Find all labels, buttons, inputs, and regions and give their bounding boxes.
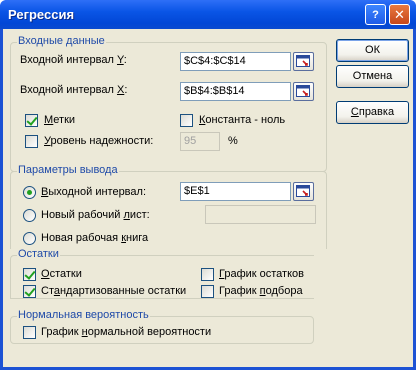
- input-x-label: Входной интервал X:: [20, 84, 128, 96]
- line-fit-plot-label: График подбора: [219, 285, 303, 297]
- collapse-dialog-icon: [296, 85, 310, 97]
- input-data-group: Входные данные Входной интервал Y: $C$4:…: [10, 35, 327, 172]
- normal-probability-label: График нормальной вероятности: [41, 326, 212, 338]
- confidence-level-field[interactable]: 95: [180, 132, 220, 151]
- output-options-group-title: Параметры вывода: [17, 164, 119, 176]
- output-range-label: Выходной интервал:: [41, 186, 146, 198]
- constant-zero-checkbox[interactable]: [180, 114, 193, 127]
- constant-zero-label: Константа - ноль: [199, 114, 286, 126]
- output-options-group: Параметры вывода Выходной интервал: $E$1…: [10, 164, 327, 249]
- standardized-residuals-label: Стандартизованные остатки: [41, 285, 187, 297]
- new-workbook-radio[interactable]: [23, 232, 36, 245]
- collapse-dialog-icon: [296, 55, 310, 67]
- residuals-label: Остатки: [41, 268, 82, 280]
- output-range-field[interactable]: $E$1: [180, 182, 291, 201]
- input-data-group-title: Входные данные: [17, 35, 106, 47]
- dialog-client-area: Входные данные Входной интервал Y: $C$4:…: [3, 29, 413, 367]
- residual-plot-checkbox[interactable]: [201, 268, 214, 281]
- cancel-button[interactable]: Отмена: [336, 65, 409, 88]
- close-icon[interactable]: ✕: [389, 4, 410, 25]
- new-workbook-label: Новая рабочая книга: [41, 232, 149, 244]
- output-range-radio[interactable]: [23, 186, 36, 199]
- ok-button[interactable]: ОК: [336, 39, 409, 62]
- new-worksheet-radio[interactable]: [23, 209, 36, 222]
- standardized-residuals-checkbox[interactable]: [23, 285, 36, 298]
- new-worksheet-label: Новый рабочий лист:: [41, 209, 150, 221]
- percent-unit: %: [228, 135, 238, 147]
- input-y-field[interactable]: $C$4:$C$14: [180, 52, 291, 71]
- title-bar[interactable]: Регрессия ? ✕: [0, 0, 416, 29]
- labels-checkbox-label: Метки: [44, 114, 76, 126]
- confidence-level-checkbox[interactable]: [25, 135, 38, 148]
- residuals-checkbox[interactable]: [23, 268, 36, 281]
- input-y-label: Входной интервал Y:: [20, 54, 127, 66]
- labels-checkbox[interactable]: [25, 114, 38, 127]
- normal-probability-group: Нормальная вероятность График нормальной…: [10, 309, 314, 344]
- residuals-group: Остатки Остатки График остатков Стандарт…: [10, 248, 314, 299]
- line-fit-plot-checkbox[interactable]: [201, 285, 214, 298]
- confidence-level-label: Уровень надежности:: [44, 135, 154, 147]
- normal-probability-checkbox[interactable]: [23, 326, 36, 339]
- window-title: Регрессия: [8, 7, 75, 22]
- regression-dialog: Регрессия ? ✕ Входные данные Входной инт…: [0, 0, 416, 370]
- residual-plot-label: График остатков: [219, 268, 304, 280]
- output-range-collapse-button[interactable]: [293, 182, 314, 201]
- close-glyph: ✕: [394, 6, 405, 22]
- input-x-collapse-button[interactable]: [293, 82, 314, 101]
- input-x-field[interactable]: $B$4:$B$14: [180, 82, 291, 101]
- normal-probability-group-title: Нормальная вероятность: [17, 309, 150, 321]
- residuals-group-title: Остатки: [17, 248, 60, 260]
- help-glyph: ?: [372, 8, 379, 21]
- help-icon[interactable]: ?: [365, 4, 386, 25]
- input-y-collapse-button[interactable]: [293, 52, 314, 71]
- new-worksheet-field[interactable]: [205, 205, 316, 224]
- help-button[interactable]: Справка: [336, 101, 409, 124]
- collapse-dialog-icon: [296, 185, 310, 197]
